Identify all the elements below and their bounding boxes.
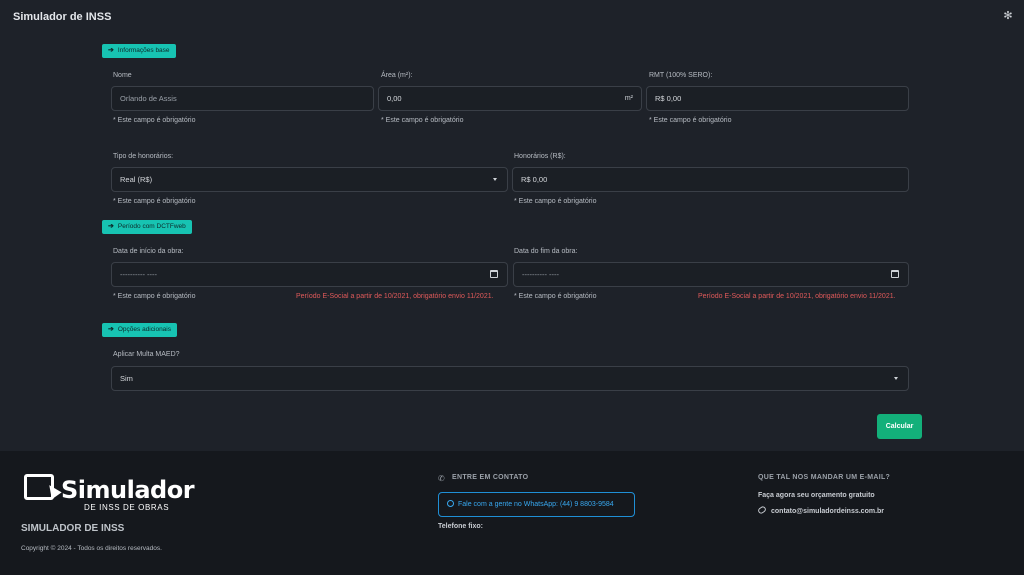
section-base-badge: ➔ Informações base bbox=[102, 44, 176, 58]
section-options-badge: ➔ Opções adicionais bbox=[102, 323, 177, 337]
email-link[interactable]: contato@simuladordeinss.com.br bbox=[771, 508, 884, 515]
data-fim-label: Data do fim da obra: bbox=[514, 248, 578, 255]
data-inicio-hint: * Este campo é obrigatório bbox=[113, 293, 196, 300]
app-title: Simulador de INSS bbox=[13, 11, 112, 23]
phone-icon: ✆ bbox=[438, 474, 445, 483]
area-hint: * Este campo é obrigatório bbox=[381, 117, 464, 124]
calculate-button[interactable]: Calcular bbox=[877, 414, 922, 439]
logo-text: Simulador bbox=[61, 476, 195, 504]
logo-subtitle: DE INSS DE OBRAS bbox=[84, 503, 170, 512]
calendar-icon[interactable] bbox=[490, 270, 498, 278]
phone-label: Telefone fixo: bbox=[438, 523, 483, 530]
nome-field[interactable]: Orlando de Assis bbox=[111, 86, 374, 111]
whatsapp-button[interactable]: Fale com a gente no WhatsApp: (44) 9 880… bbox=[438, 492, 635, 517]
data-fim-hint: * Este campo é obrigatório bbox=[514, 293, 597, 300]
data-inicio-warning: Período E-Social a partir de 10/2021, ob… bbox=[296, 293, 494, 300]
gear-icon[interactable]: ✻ bbox=[1002, 10, 1014, 22]
data-fim-input[interactable]: ---------- ---- bbox=[513, 262, 909, 287]
chevron-down-icon bbox=[894, 377, 898, 380]
data-fim-warning: Período E-Social a partir de 10/2021, ob… bbox=[698, 293, 896, 300]
honorarios-label: Honorários (R$): bbox=[514, 153, 566, 160]
tipo-honorarios-select[interactable]: Real (R$) bbox=[111, 167, 508, 192]
honorarios-hint: * Este campo é obrigatório bbox=[514, 198, 597, 205]
multa-label: Aplicar Multa MAED? bbox=[113, 351, 180, 358]
chevron-down-icon bbox=[493, 178, 497, 181]
arrow-right-icon: ➔ bbox=[108, 47, 114, 54]
multa-select[interactable]: Sim bbox=[111, 366, 909, 391]
area-unit: m² bbox=[624, 95, 633, 102]
tipo-honorarios-hint: * Este campo é obrigatório bbox=[113, 198, 196, 205]
contact-heading: ENTRE EM CONTATO bbox=[452, 474, 529, 481]
calendar-icon[interactable] bbox=[891, 270, 899, 278]
tipo-honorarios-label: Tipo de honorários: bbox=[113, 153, 174, 160]
honorarios-field[interactable]: R$ 0,00 bbox=[512, 167, 909, 192]
nome-label: Nome bbox=[113, 72, 132, 79]
rmt-hint: * Este campo é obrigatório bbox=[649, 117, 732, 124]
email-heading: QUE TAL NOS MANDAR UM E-MAIL? bbox=[758, 474, 891, 481]
whatsapp-icon bbox=[447, 500, 454, 507]
top-bar: Simulador de INSS ✻ bbox=[0, 0, 1024, 34]
footer-brand: SIMULADOR DE INSS bbox=[21, 523, 125, 534]
area-field[interactable]: 0,00 m² bbox=[378, 86, 642, 111]
rmt-label: RMT (100% SERO): bbox=[649, 72, 713, 79]
copyright: Copyright © 2024 - Todos os direitos res… bbox=[21, 545, 162, 552]
nome-hint: * Este campo é obrigatório bbox=[113, 117, 196, 124]
section-period-badge: ➔ Período com DCTFweb bbox=[102, 220, 192, 234]
rmt-field[interactable]: R$ 0,00 bbox=[646, 86, 909, 111]
data-inicio-input[interactable]: ---------- ---- bbox=[111, 262, 508, 287]
data-inicio-label: Data de início da obra: bbox=[113, 248, 184, 255]
arrow-right-icon: ➔ bbox=[108, 223, 114, 230]
area-label: Área (m²): bbox=[381, 72, 413, 79]
email-subtitle: Faça agora seu orçamento gratuito bbox=[758, 492, 875, 499]
arrow-right-icon: ➔ bbox=[108, 326, 114, 333]
